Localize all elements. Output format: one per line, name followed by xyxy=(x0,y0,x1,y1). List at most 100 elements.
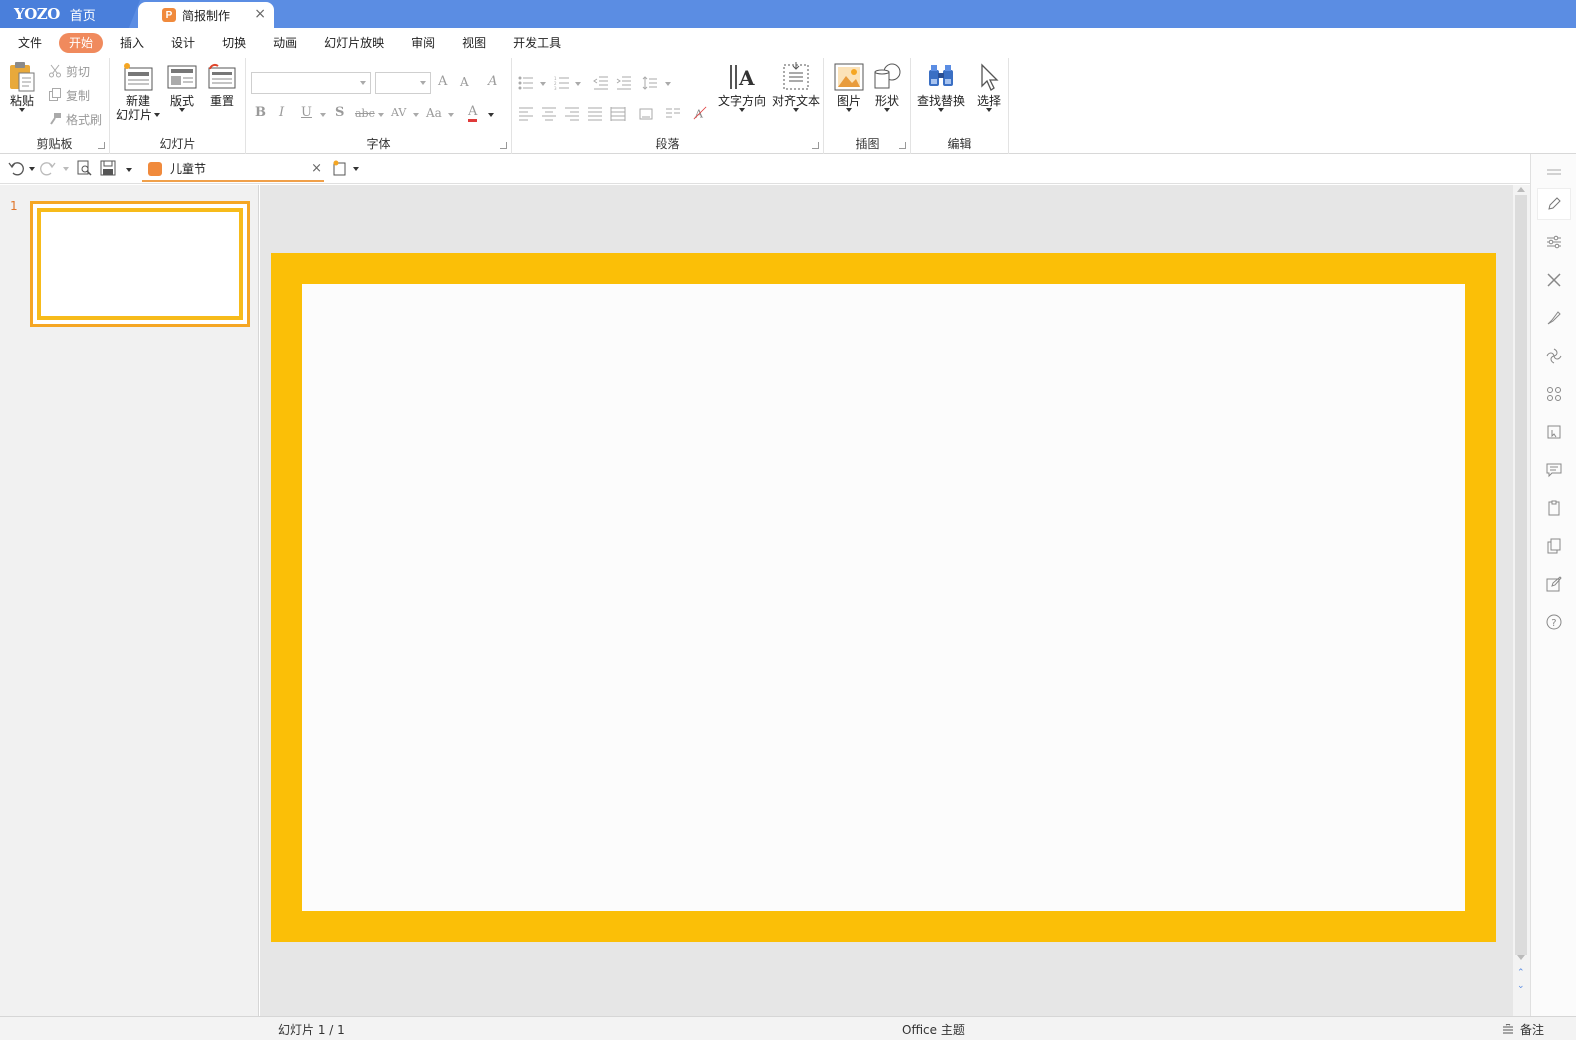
shape-dropdown-icon[interactable] xyxy=(884,108,890,112)
selection-pane-icon[interactable] xyxy=(1546,424,1562,440)
layout-dropdown-icon[interactable] xyxy=(179,108,185,112)
vertical-scrollbar[interactable]: ⌃ ⌄ xyxy=(1513,185,1530,1016)
slide-canvas[interactable] xyxy=(271,253,1496,942)
new-slide-dropdown-icon[interactable] xyxy=(154,113,161,117)
menu-file[interactable]: 文件 xyxy=(8,33,52,53)
scroll-down-icon[interactable] xyxy=(1517,955,1525,960)
save-icon[interactable] xyxy=(100,160,116,180)
menu-insert[interactable]: 插入 xyxy=(110,33,154,53)
underline-icon[interactable]: U xyxy=(301,105,312,120)
edit-pane-icon[interactable] xyxy=(1546,576,1562,592)
menu-review[interactable]: 审阅 xyxy=(401,33,445,53)
paste-dropdown-icon[interactable] xyxy=(19,108,25,112)
format-painter-button[interactable]: 格式刷 xyxy=(48,109,102,129)
paste-button[interactable]: 粘贴 xyxy=(6,60,38,112)
menu-developer[interactable]: 开发工具 xyxy=(503,33,571,53)
font-launcher-icon[interactable] xyxy=(500,142,507,149)
layout-button[interactable]: 版式 xyxy=(166,60,198,112)
clipboard-launcher-icon[interactable] xyxy=(98,142,105,149)
italic-icon[interactable]: I xyxy=(279,105,284,120)
print-preview-icon[interactable] xyxy=(76,160,92,180)
apps-icon[interactable] xyxy=(1546,386,1562,402)
strikethrough-icon[interactable]: abc xyxy=(355,107,375,120)
text-effects-icon[interactable]: A xyxy=(692,106,708,120)
shape-button[interactable]: 形状 xyxy=(871,60,903,112)
distribute-icon[interactable] xyxy=(610,107,626,121)
char-spacing-icon[interactable]: AV xyxy=(391,106,406,119)
line-spacing-icon[interactable] xyxy=(642,76,658,90)
select-dropdown-icon[interactable] xyxy=(986,108,992,112)
animation-icon[interactable] xyxy=(1546,348,1562,364)
copy-button[interactable]: 复制 xyxy=(48,85,90,105)
find-replace-button[interactable]: 查找替换 xyxy=(917,60,965,112)
font-size-select[interactable] xyxy=(375,72,431,94)
pen-icon[interactable] xyxy=(1546,196,1562,212)
clear-format-icon[interactable]: A xyxy=(488,74,497,89)
menu-animations[interactable]: 动画 xyxy=(263,33,307,53)
copy-pane-icon[interactable] xyxy=(1546,538,1562,554)
justify-icon[interactable] xyxy=(587,107,603,121)
grow-font-icon[interactable]: A xyxy=(438,74,447,89)
columns-icon[interactable] xyxy=(665,107,681,121)
shadow-icon[interactable]: S xyxy=(335,105,344,120)
cut-button[interactable]: 剪切 xyxy=(48,61,90,81)
tools-icon[interactable] xyxy=(1546,272,1562,288)
font-color-icon[interactable]: A xyxy=(468,104,478,122)
menu-home[interactable]: 开始 xyxy=(59,33,104,53)
reset-button[interactable]: 重置 xyxy=(206,60,238,108)
change-case-icon[interactable]: Aa xyxy=(426,106,442,120)
redo-dropdown-icon[interactable] xyxy=(63,167,69,171)
decrease-indent-icon[interactable] xyxy=(593,76,609,90)
case-dropdown-icon[interactable] xyxy=(448,113,454,117)
document-chip[interactable]: 儿童节 × xyxy=(142,157,324,182)
slide-thumbnail[interactable] xyxy=(30,201,250,327)
undo-dropdown-icon[interactable] xyxy=(29,167,35,171)
text-direction-button[interactable]: A 文字方向 xyxy=(718,60,766,112)
insert-launcher-icon[interactable] xyxy=(899,142,906,149)
adjust-icon[interactable] xyxy=(1546,234,1562,250)
menu-transitions[interactable]: 切换 xyxy=(212,33,256,53)
bullets-dropdown-icon[interactable] xyxy=(540,82,546,86)
page-nav-icon[interactable]: ⌃ ⌄ xyxy=(1517,967,1525,993)
picture-button[interactable]: 图片 xyxy=(833,60,865,112)
comment-icon[interactable] xyxy=(1546,462,1562,478)
home-tab[interactable]: YOZO 首页 xyxy=(0,0,140,28)
bullets-icon[interactable] xyxy=(518,76,534,90)
picture-dropdown-icon[interactable] xyxy=(846,108,852,112)
align-text-button[interactable]: 对齐文本 xyxy=(772,60,820,112)
scroll-thumb[interactable] xyxy=(1515,195,1527,955)
shrink-font-icon[interactable]: A xyxy=(460,75,469,89)
align-center-icon[interactable] xyxy=(541,107,557,121)
new-document-icon[interactable] xyxy=(332,160,348,180)
new-document-dropdown-icon[interactable] xyxy=(353,167,359,171)
undo-icon[interactable] xyxy=(8,160,24,180)
text-direction-dropdown-icon[interactable] xyxy=(739,108,745,112)
strike-dropdown-icon[interactable] xyxy=(378,113,384,117)
menu-design[interactable]: 设计 xyxy=(161,33,205,53)
spacing-dropdown-icon[interactable] xyxy=(413,113,419,117)
line-spacing-dropdown-icon[interactable] xyxy=(665,82,671,86)
help-icon[interactable]: ? xyxy=(1546,614,1562,630)
align-right-icon[interactable] xyxy=(564,107,580,121)
notes-button[interactable]: 备注 xyxy=(1502,1021,1544,1038)
align-text-dropdown-icon[interactable] xyxy=(793,108,799,112)
menu-slideshow[interactable]: 幻灯片放映 xyxy=(314,33,394,53)
text-box-margin-icon[interactable] xyxy=(638,107,654,121)
align-left-icon[interactable] xyxy=(518,107,534,121)
menu-view[interactable]: 视图 xyxy=(452,33,496,53)
paragraph-launcher-icon[interactable] xyxy=(812,142,819,149)
select-button[interactable]: 选择 xyxy=(973,60,1005,112)
font-family-select[interactable] xyxy=(251,72,371,94)
numbering-dropdown-icon[interactable] xyxy=(575,82,581,86)
collapse-pane-icon[interactable] xyxy=(1546,164,1562,180)
clipboard-pane-icon[interactable] xyxy=(1546,500,1562,516)
underline-dropdown-icon[interactable] xyxy=(320,113,326,117)
increase-indent-icon[interactable] xyxy=(616,76,632,90)
brush-icon[interactable] xyxy=(1546,310,1562,326)
close-tab-icon[interactable]: × xyxy=(254,6,266,22)
document-tab[interactable]: P 简报制作 × xyxy=(138,2,274,28)
font-color-dropdown-icon[interactable] xyxy=(488,113,494,117)
numbering-icon[interactable]: 123 xyxy=(554,76,570,90)
scroll-up-icon[interactable] xyxy=(1517,187,1525,192)
redo-icon[interactable] xyxy=(40,160,56,180)
